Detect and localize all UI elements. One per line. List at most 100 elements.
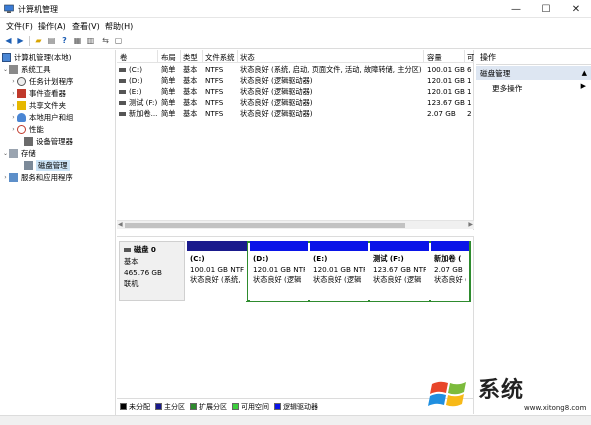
tools-icon — [9, 65, 18, 74]
computer-management-icon — [4, 4, 14, 13]
watermark-url: www.xitong8.com — [524, 404, 587, 412]
minimize-button[interactable]: — — [501, 0, 531, 18]
performance-icon — [17, 125, 26, 134]
column-type[interactable]: 类型 — [183, 52, 198, 63]
scroll-left-icon[interactable]: ◀ — [118, 221, 123, 228]
watermark-text: 系统 — [478, 377, 525, 403]
tree-item-services[interactable]: › 服务和应用程序 — [2, 172, 73, 183]
column-volume[interactable]: 卷 — [120, 52, 127, 63]
table-row[interactable]: (E:) 简单 基本 NTFS 状态良好 (逻辑驱动器) 120.01 GB 1 — [117, 87, 474, 97]
tree-item-performance[interactable]: › 性能 — [10, 124, 44, 135]
expand-arrow-icon[interactable]: › — [10, 126, 17, 133]
detail-view-icon[interactable]: ▥ — [85, 35, 96, 46]
table-row[interactable]: 测试 (F:) 简单 基本 NTFS 状态良好 (逻辑驱动器) 123.67 G… — [117, 98, 474, 108]
partition-bar — [250, 241, 308, 251]
tree-item-shared-folders[interactable]: › 共享文件夹 — [10, 100, 66, 111]
column-capacity[interactable]: 容量 — [427, 52, 442, 63]
column-layout[interactable]: 布局 — [161, 52, 176, 63]
table-row[interactable]: (D:) 简单 基本 NTFS 状态良好 (逻辑驱动器) 120.01 GB 1 — [117, 76, 474, 86]
clock-icon — [17, 77, 26, 86]
expand-arrow-icon[interactable]: › — [10, 90, 17, 97]
navigation-tree: 计算机管理(本地) ⌄ 系统工具 › 任务计划程序 › 事件查看器 › 共享文件… — [0, 50, 116, 415]
partition-bar — [187, 241, 247, 251]
windows-flag-icon — [428, 381, 466, 407]
collapse-arrow-icon[interactable]: ⌄ — [2, 150, 9, 157]
export-icon[interactable]: ▢ — [113, 35, 124, 46]
tree-item-storage[interactable]: ⌄ 存储 — [2, 148, 36, 159]
legend-swatch — [232, 403, 239, 410]
tree-item-local-users[interactable]: › 本地用户和组 — [10, 112, 73, 123]
actions-pane: 操作 磁盘管理 ▲ 更多操作 ▶ — [476, 50, 591, 415]
actions-section-disk-management[interactable]: 磁盘管理 ▲ — [476, 66, 591, 80]
disk-view: 磁盘 0 基本 465.76 GB 联机 (C:) 100.01 GB NTF … — [117, 236, 474, 414]
maximize-button[interactable]: ☐ — [531, 0, 561, 18]
expand-arrow-icon[interactable]: › — [10, 114, 17, 121]
device-manager-icon — [24, 137, 33, 146]
legend-item: 扩展分区 — [190, 402, 227, 412]
partition-bar — [310, 241, 368, 251]
submenu-arrow-icon[interactable]: ▶ — [581, 82, 586, 90]
users-icon — [17, 113, 26, 122]
drive-icon — [119, 112, 126, 116]
collapse-arrow-icon[interactable]: ⌄ — [2, 66, 9, 73]
table-row[interactable]: (C:) 简单 基本 NTFS 状态良好 (系统, 启动, 页面文件, 活动, … — [117, 65, 474, 75]
back-icon[interactable]: ◀ — [3, 35, 14, 46]
forward-icon[interactable]: ▶ — [15, 35, 26, 46]
expand-arrow-icon[interactable]: › — [10, 102, 17, 109]
expand-arrow-icon[interactable]: › — [10, 78, 17, 85]
window-title: 计算机管理 — [18, 5, 58, 14]
table-row[interactable]: 新加卷... 简单 基本 NTFS 状态良好 (逻辑驱动器) 2.07 GB 2 — [117, 109, 474, 119]
partition-d[interactable]: (D:) 120.01 GB NTF 状态良好 (逻辑 — [250, 241, 308, 301]
status-bar — [0, 415, 591, 425]
disk-size: 465.76 GB — [124, 268, 162, 277]
menu-view[interactable]: 查看(V) — [72, 21, 100, 32]
drive-icon — [119, 90, 126, 94]
drive-icon — [119, 68, 126, 72]
title-bar: 计算机管理 — ☐ ✕ — [0, 0, 591, 18]
tree-item-device-manager[interactable]: 设备管理器 — [17, 136, 73, 147]
column-free[interactable]: 可 — [467, 52, 474, 63]
legend-item: 未分配 — [120, 402, 150, 412]
legend-swatch — [190, 403, 197, 410]
partition-c[interactable]: (C:) 100.01 GB NTF 状态良好 (系统, — [187, 241, 247, 301]
partition-e[interactable]: (E:) 120.01 GB NTF 状态良好 (逻辑 — [310, 241, 368, 301]
disk-name: 磁盘 0 — [124, 245, 156, 255]
partition-f[interactable]: 测试 (F:) 123.67 GB NTF 状态良好 (逻辑 — [370, 241, 429, 301]
volume-list-header: 卷 布局 类型 文件系统 状态 容量 可 — [117, 50, 474, 63]
menu-file[interactable]: 文件(F) — [6, 21, 33, 32]
tree-item-task-scheduler[interactable]: › 任务计划程序 — [10, 76, 73, 87]
tree-item-disk-management[interactable]: 磁盘管理 — [17, 160, 70, 171]
properties-icon[interactable]: ? — [59, 35, 70, 46]
more-actions[interactable]: 更多操作 — [492, 83, 522, 94]
legend-swatch — [120, 403, 127, 410]
menu-action[interactable]: 操作(A) — [38, 21, 66, 32]
volume-list: 卷 布局 类型 文件系统 状态 容量 可 (C:) 简单 基本 NTFS 状态良… — [117, 50, 474, 230]
computer-icon — [2, 53, 11, 62]
scroll-right-icon[interactable]: ▶ — [468, 221, 473, 228]
close-button[interactable]: ✕ — [561, 0, 591, 18]
legend-item: 逻辑驱动器 — [274, 402, 318, 412]
column-filesystem[interactable]: 文件系统 — [205, 52, 235, 63]
actions-header: 操作 — [476, 52, 591, 65]
column-status[interactable]: 状态 — [240, 52, 255, 63]
tree-item-system-tools[interactable]: ⌄ 系统工具 — [2, 64, 51, 75]
watermark-logo: 系统 www.xitong8.com — [428, 370, 588, 416]
show-tree-icon[interactable]: ▤ — [46, 35, 57, 46]
tree-item-event-viewer[interactable]: › 事件查看器 — [10, 88, 66, 99]
tree-item-root[interactable]: 计算机管理(本地) — [2, 52, 72, 63]
event-viewer-icon — [17, 89, 26, 98]
scroll-thumb[interactable] — [125, 223, 405, 228]
menu-bar: 文件(F) 操作(A) 查看(V) 帮助(H) — [0, 19, 591, 32]
list-view-icon[interactable]: ▦ — [72, 35, 83, 46]
expand-arrow-icon[interactable]: › — [2, 174, 9, 181]
horizontal-scrollbar[interactable]: ◀ ▶ — [117, 220, 474, 229]
up-folder-icon[interactable]: ▰ — [33, 35, 44, 46]
collapse-caret-icon[interactable]: ▲ — [582, 69, 587, 77]
drive-icon — [119, 101, 126, 105]
partition-new-volume[interactable]: 新加卷 ( 2.07 GB 状态良好 ( — [431, 241, 469, 301]
menu-help[interactable]: 帮助(H) — [105, 21, 133, 32]
disk-management-icon — [24, 161, 33, 170]
connect-icon[interactable]: ⇆ — [100, 35, 111, 46]
disk-0-label[interactable]: 磁盘 0 基本 465.76 GB 联机 — [119, 241, 185, 301]
legend: 未分配 主分区 扩展分区 可用空间 逻辑驱动器 — [117, 398, 474, 414]
